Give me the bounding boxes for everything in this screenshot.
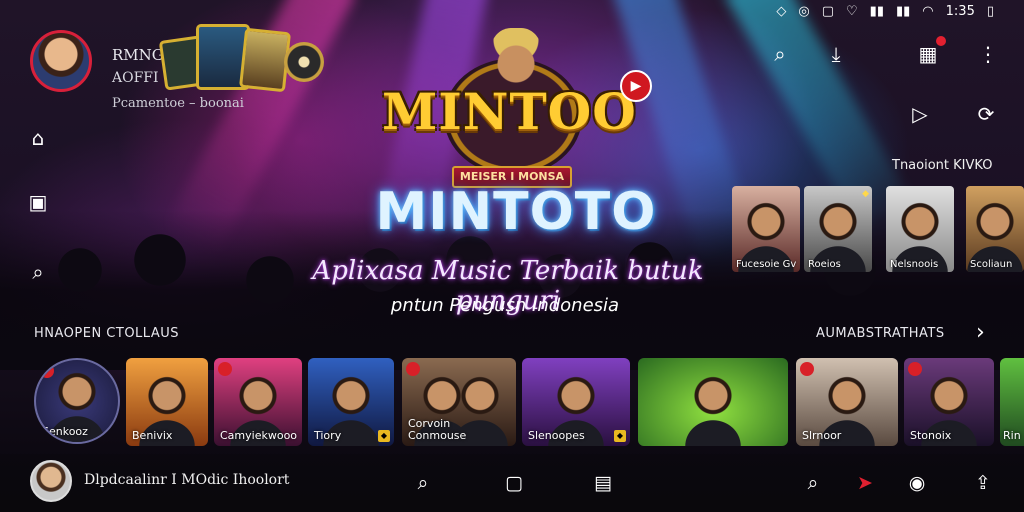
chevron-right-icon[interactable]: › — [976, 320, 985, 345]
artist-caption: Roeios — [808, 259, 841, 270]
artist-tile[interactable]: Camyiekwooo — [214, 358, 302, 446]
artist-caption: Corvoin Conmouse — [408, 417, 467, 442]
artist-caption: Rin — [1003, 429, 1021, 442]
artist-tile[interactable]: Scoliaun — [966, 186, 1024, 272]
live-badge-icon — [40, 364, 54, 378]
artist-caption: Camyiekwooo — [220, 429, 298, 442]
now-playing-text[interactable]: Dlpdcaalinr I MOdic Ihoolort — [84, 472, 289, 488]
artist-caption: Stonoix — [910, 429, 952, 442]
live-badge-icon — [908, 362, 922, 376]
messenger-icon: ◎ — [798, 4, 810, 19]
artist-tile[interactable] — [638, 358, 788, 446]
artist-tile[interactable]: Stonoix — [904, 358, 994, 446]
artist-caption: Nelsnoois — [890, 259, 939, 270]
notification-icon: ◇ — [776, 4, 787, 19]
artist-caption: Fucesoie Gv — [736, 259, 797, 270]
section-title-left: HNAOPEN CTOLLAUS — [34, 326, 180, 341]
artist-caption: Slrnoor — [802, 429, 842, 442]
live-badge-icon — [406, 362, 420, 376]
badge-icon: ◆ — [614, 430, 626, 442]
signal-icon: ▮▮ — [869, 4, 884, 19]
artist-tile[interactable]: Senkooz — [34, 358, 120, 444]
shield-icon: ♡ — [846, 4, 858, 19]
link-icon[interactable]: ⟳ — [972, 100, 1000, 128]
library-icon[interactable]: ▤ — [590, 470, 616, 496]
play-icon[interactable]: ▶ — [620, 70, 652, 102]
artist-tile[interactable]: Corvoin Conmouse — [402, 358, 516, 446]
status-bar: ◇ ◎ ▢ ♡ ▮▮ ▮▮ ◠ 1:35 ▯ — [776, 4, 994, 19]
badge-icon: ◆ — [378, 430, 390, 442]
calendar-icon: ▢ — [821, 4, 835, 19]
inbox-icon[interactable]: ▦ — [914, 36, 946, 68]
artist-caption: Benivix — [132, 429, 173, 442]
home-icon[interactable]: ⌂ — [24, 124, 52, 152]
artist-tile[interactable]: ◆ Roeios — [804, 186, 872, 272]
search-icon[interactable]: ⌕ — [766, 40, 794, 68]
hero-title: MINTOTO — [375, 182, 657, 242]
play-outline-icon[interactable]: ▷ — [906, 100, 934, 128]
search-icon[interactable]: ⌕ — [800, 470, 826, 496]
section-title-right[interactable]: AUMABSTRATHATS — [816, 326, 945, 341]
artist-tile[interactable]: ◆ Slenoopes — [522, 358, 630, 446]
artist-tile[interactable]: Slrnoor — [796, 358, 898, 446]
profile-subtitle: AOFFI — [112, 70, 159, 86]
download-icon[interactable]: ⤓ — [822, 40, 850, 68]
live-badge-icon — [218, 362, 232, 376]
home-icon[interactable]: ▢ — [501, 470, 527, 496]
notification-badge — [936, 36, 946, 46]
profile-name: RMNG — [112, 46, 164, 64]
artist-tile[interactable]: ◆ Tiory — [308, 358, 394, 446]
artist-caption: Scoliaun — [970, 259, 1013, 270]
profile-line: Pcamentoe – boonai — [112, 96, 244, 111]
more-vertical-icon[interactable]: ⋮ — [974, 40, 1002, 68]
profile-avatar[interactable] — [30, 30, 92, 92]
now-playing-avatar[interactable] — [30, 460, 72, 502]
artist-caption: Senkooz — [42, 425, 88, 438]
artist-tile[interactable]: Nelsnoois — [886, 186, 954, 272]
hero-tagline-secondary: pntun Pengusn Indonesia — [390, 295, 620, 316]
badge-icon: ◆ — [862, 189, 869, 199]
artist-caption: Tiory — [314, 429, 342, 442]
artist-photo — [683, 376, 743, 446]
artist-tile[interactable]: Benivix — [126, 358, 208, 446]
logo-title: MINTOO — [382, 82, 637, 141]
live-badge-icon — [800, 362, 814, 376]
search-icon[interactable]: ⌕ — [24, 258, 52, 286]
artist-tile[interactable]: Rin — [1000, 358, 1024, 446]
battery-icon: ▯ — [986, 4, 994, 19]
right-panel-label: Tnaoiont KIVKO — [892, 158, 993, 173]
library-icon[interactable]: ▣ — [24, 188, 52, 216]
artist-caption: Slenoopes — [528, 429, 585, 442]
album-cards-art — [158, 20, 327, 98]
share-icon[interactable]: ⇪ — [970, 470, 996, 496]
status-time: 1:35 — [945, 4, 975, 19]
camera-icon[interactable]: ◉ — [904, 470, 930, 496]
wifi-icon: ◠ — [922, 4, 934, 19]
signal-icon: ▮▮ — [895, 4, 911, 19]
send-icon[interactable]: ➤ — [852, 470, 878, 496]
search-icon[interactable]: ⌕ — [410, 470, 436, 496]
app-logo: MINTOO MEISER I MONSA ▶ — [382, 28, 652, 188]
logo-mascot — [490, 28, 542, 88]
artist-tile[interactable]: Fucesoie Gv — [732, 186, 800, 272]
